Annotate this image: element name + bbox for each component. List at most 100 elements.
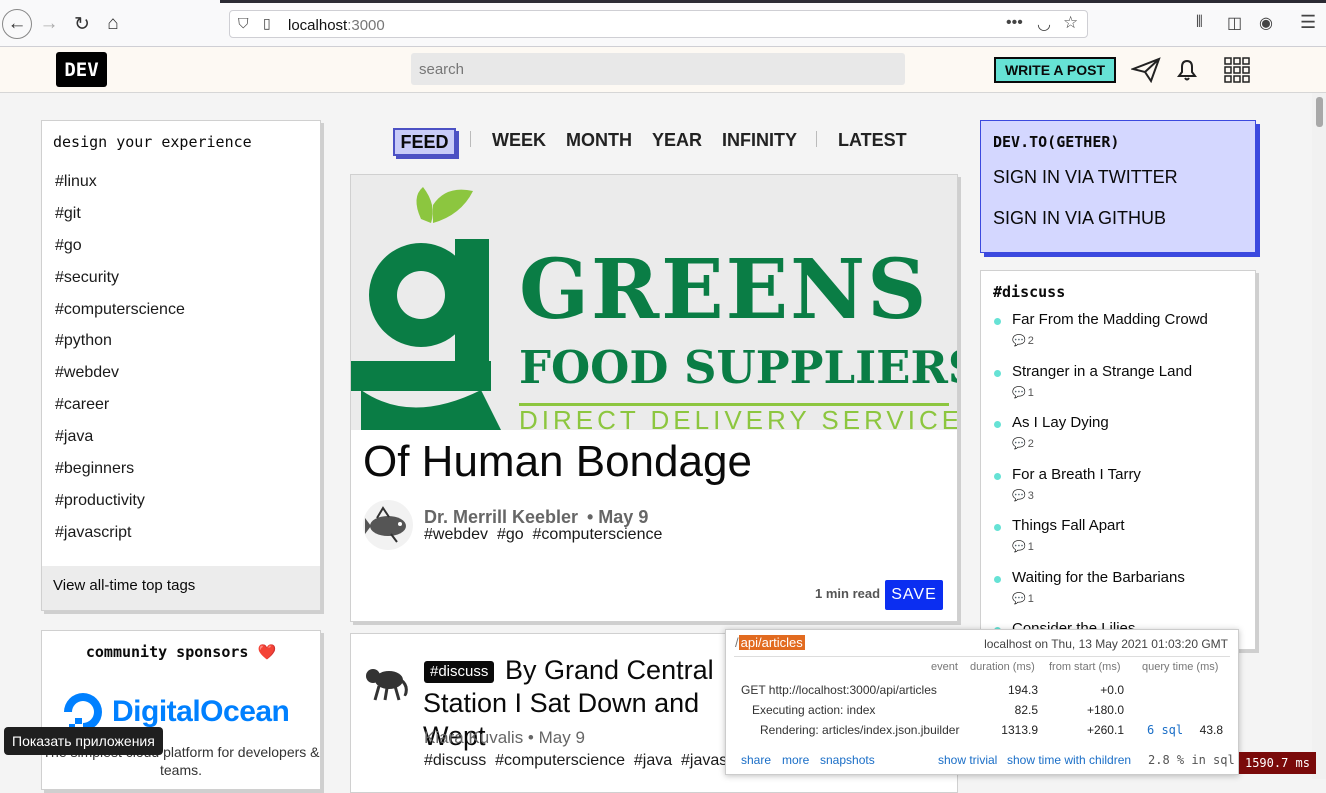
bullet-icon [994, 318, 1001, 325]
account-icon[interactable]: ◉ [1259, 13, 1273, 33]
author-avatar[interactable] [361, 656, 411, 706]
back-icon[interactable]: ← [2, 9, 32, 39]
signin-card: DEV.TO(GETHER) SIGN IN VIA TWITTER SIGN … [980, 120, 1256, 253]
tab-week[interactable]: WEEK [492, 130, 546, 151]
tab-latest[interactable]: LATEST [838, 130, 907, 151]
article-title[interactable]: Of Human Bondage [363, 437, 752, 487]
article-tags[interactable]: #discuss #computerscience #java #javascr… [424, 752, 758, 770]
scrollbar[interactable] [1312, 93, 1326, 779]
tab-feed[interactable]: FEED [393, 128, 456, 156]
tags-card: design your experience #linux #git #go #… [41, 120, 321, 611]
address-bar[interactable]: ⛉ ▯ localhost:3000 ••• ◡ ☆ [229, 10, 1088, 38]
tag-link[interactable]: #security [55, 269, 185, 301]
tag-link[interactable]: #python [55, 332, 185, 364]
more-actions-icon[interactable]: ••• [1006, 14, 1023, 32]
featured-article-card[interactable]: GREENS FOOD SUPPLIERS DIRECT DELIVERY SE… [350, 174, 958, 622]
article-cover-image[interactable]: GREENS FOOD SUPPLIERS DIRECT DELIVERY SE… [351, 175, 957, 430]
article-date: • May 9 [587, 507, 649, 527]
profiler-total-badge[interactable]: 1590.7 ms [1239, 752, 1316, 774]
discuss-badge[interactable]: #discuss [424, 661, 495, 683]
send-icon[interactable] [1129, 54, 1163, 86]
show-trivial-link[interactable]: show trivial [938, 753, 997, 767]
forward-icon[interactable]: → [33, 8, 65, 40]
cover-heading: GREENS [519, 242, 929, 338]
search-input[interactable]: search [411, 53, 905, 85]
author-avatar[interactable] [363, 500, 413, 550]
tag-list: #linux #git #go #security #computerscien… [55, 173, 185, 556]
comment-icon: 💬 [1012, 490, 1026, 502]
author-date[interactable]: Kiara Kuvalis • May 9 [424, 728, 585, 748]
sidebar-icon[interactable]: ◫ [1227, 13, 1242, 33]
profiler-event: GET http://localhost:3000/api/articles [741, 683, 937, 697]
reload-icon[interactable]: ↻ [66, 8, 98, 40]
article-tags[interactable]: #webdev #go #computerscience [424, 526, 662, 544]
sponsors-heading: community sponsors ❤️ [85, 643, 277, 661]
view-all-tags-link[interactable]: View all-time top tags [42, 566, 320, 610]
sql-queries-link[interactable]: 6 sql [1147, 723, 1183, 737]
author-name[interactable]: Dr. Merrill Keebler [424, 507, 578, 528]
profiler-start: +260.1 [1086, 723, 1124, 737]
page-icon: ▯ [263, 15, 271, 31]
tab-infinity[interactable]: INFINITY [722, 130, 797, 151]
tag-link[interactable]: #go [55, 237, 185, 269]
tab-year[interactable]: YEAR [652, 130, 702, 151]
scrollbar-thumb[interactable] [1316, 97, 1323, 127]
tag-link[interactable]: #beginners [55, 460, 185, 492]
site-header: DEV search WRITE A POST [0, 47, 1326, 93]
pocket-icon[interactable]: ◡ [1037, 14, 1051, 34]
bell-icon[interactable] [1170, 54, 1204, 86]
cover-tagline: DIRECT DELIVERY SERVICE [519, 405, 957, 430]
tag-link[interactable]: #webdev [55, 364, 185, 396]
snapshots-link[interactable]: snapshots [820, 753, 875, 767]
col-event: event [931, 661, 958, 673]
tag-link[interactable]: #linux [55, 173, 185, 205]
discussion-title[interactable]: Things Fall Apart [1012, 517, 1125, 534]
discussion-title[interactable]: For a Breath I Tarry [1012, 466, 1141, 483]
bullet-icon [994, 576, 1001, 583]
profiler-path[interactable]: / api/articles [735, 635, 805, 650]
comment-icon: 💬 [1012, 541, 1026, 553]
comment-icon: 💬 [1012, 335, 1026, 347]
comment-count: 💬 2 [1012, 437, 1034, 451]
discussion-title[interactable]: Waiting for the Barbarians [1012, 569, 1185, 586]
discussion-title[interactable]: Stranger in a Strange Land [1012, 363, 1192, 380]
library-icon[interactable]: ⫴ [1196, 14, 1203, 32]
more-link[interactable]: more [782, 753, 809, 767]
col-from-start: from start (ms) [1049, 661, 1121, 673]
tab-month[interactable]: MONTH [566, 130, 632, 151]
signin-twitter-link[interactable]: SIGN IN VIA TWITTER [993, 167, 1178, 188]
bullet-icon [994, 421, 1001, 428]
read-time: 1 min read [815, 586, 881, 601]
shield-icon[interactable]: ⛉ [238, 15, 249, 32]
comment-icon: 💬 [1012, 387, 1026, 399]
bullet-icon [994, 524, 1001, 531]
profiler-start: +180.0 [1086, 703, 1124, 717]
discussion-title[interactable]: Far From the Madding Crowd [1012, 311, 1208, 328]
tag-link[interactable]: #career [55, 396, 185, 428]
menu-icon[interactable]: ☰ [1300, 12, 1316, 33]
tag-link[interactable]: #javascript [55, 524, 185, 556]
share-link[interactable]: share [741, 753, 771, 767]
comment-icon: 💬 [1012, 438, 1026, 450]
comment-count: 💬 1 [1012, 592, 1034, 606]
signin-github-link[interactable]: SIGN IN VIA GITHUB [993, 208, 1166, 229]
tag-link[interactable]: #productivity [55, 492, 185, 524]
tag-link[interactable]: #git [55, 205, 185, 237]
discussion-title[interactable]: As I Lay Dying [1012, 414, 1109, 431]
tags-heading: design your experience [53, 133, 252, 151]
bullet-icon [994, 473, 1001, 480]
bullet-icon [994, 370, 1001, 377]
tag-link[interactable]: #computerscience [55, 301, 185, 333]
bookmark-star-icon[interactable]: ☆ [1063, 13, 1078, 33]
comment-count: 💬 3 [1012, 489, 1034, 503]
sponsors-card: community sponsors ❤️ DigitalOcean The s… [41, 630, 321, 790]
dev-logo[interactable]: DEV [56, 52, 107, 87]
save-button[interactable]: SAVE [885, 580, 943, 610]
home-icon[interactable]: ⌂ [97, 8, 129, 40]
tag-link[interactable]: #java [55, 428, 185, 460]
url-text[interactable]: localhost:3000 [288, 17, 385, 34]
apps-grid-icon[interactable] [1220, 54, 1254, 86]
show-children-link[interactable]: show time with children [1007, 753, 1131, 767]
write-post-button[interactable]: WRITE A POST [994, 57, 1116, 83]
comment-icon: 💬 [1012, 593, 1026, 605]
